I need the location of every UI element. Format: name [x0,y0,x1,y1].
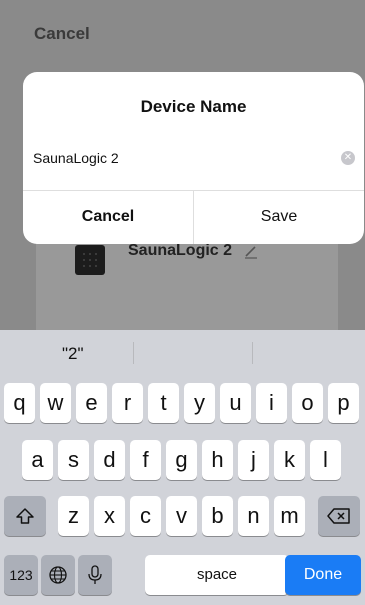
key-h[interactable]: h [202,440,233,480]
screen: Cancel SaunaLogic 2 Device Name SaunaLog… [0,0,365,605]
key-l[interactable]: l [310,440,341,480]
key-c[interactable]: c [130,496,161,536]
key-r[interactable]: r [112,383,143,423]
key-x[interactable]: x [94,496,125,536]
background-cancel-button[interactable]: Cancel [34,24,90,44]
dictation-key[interactable] [78,555,112,595]
key-m[interactable]: m [274,496,305,536]
backspace-key[interactable] [318,496,360,536]
key-q[interactable]: q [4,383,35,423]
shift-key[interactable] [4,496,46,536]
dialog-save-button[interactable]: Save [194,190,364,244]
suggestion-divider [133,342,134,364]
backspace-icon [327,508,350,524]
key-a[interactable]: a [22,440,53,480]
dialog-title: Device Name [140,97,247,116]
suggestion-divider [252,342,253,364]
numbers-key[interactable]: 123 [4,555,38,595]
key-k[interactable]: k [274,440,305,480]
suggestion-bar: "2" [0,330,365,374]
key-n[interactable]: n [238,496,269,536]
clear-text-icon[interactable]: ✕ [341,151,355,165]
device-thumbnail [75,245,105,275]
key-z[interactable]: z [58,496,89,536]
background-nav-bar: Cancel [0,0,365,62]
suggestion-item[interactable]: "2" [62,344,84,364]
pencil-icon[interactable] [243,243,259,259]
space-key[interactable]: space [145,555,289,595]
key-e[interactable]: e [76,383,107,423]
key-i[interactable]: i [256,383,287,423]
key-g[interactable]: g [166,440,197,480]
key-j[interactable]: j [238,440,269,480]
key-o[interactable]: o [292,383,323,423]
key-d[interactable]: d [94,440,125,480]
key-v[interactable]: v [166,496,197,536]
dialog-cancel-button[interactable]: Cancel [23,190,193,244]
key-t[interactable]: t [148,383,179,423]
done-key[interactable]: Done [285,555,361,595]
device-name-dialog: Device Name SaunaLogic 2 ✕ Cancel Save [23,72,364,244]
keyboard: "2" q w e r t y u i o p a s d f g h j k … [0,330,365,605]
key-s[interactable]: s [58,440,89,480]
key-f[interactable]: f [130,440,161,480]
globe-key[interactable] [41,555,75,595]
key-b[interactable]: b [202,496,233,536]
key-u[interactable]: u [220,383,251,423]
device-name-input[interactable]: SaunaLogic 2 [33,150,119,166]
globe-icon [49,566,67,584]
background-device-name: SaunaLogic 2 [128,242,233,259]
shift-icon [16,508,34,524]
microphone-icon [88,565,102,584]
key-y[interactable]: y [184,383,215,423]
key-p[interactable]: p [328,383,359,423]
key-w[interactable]: w [40,383,71,423]
